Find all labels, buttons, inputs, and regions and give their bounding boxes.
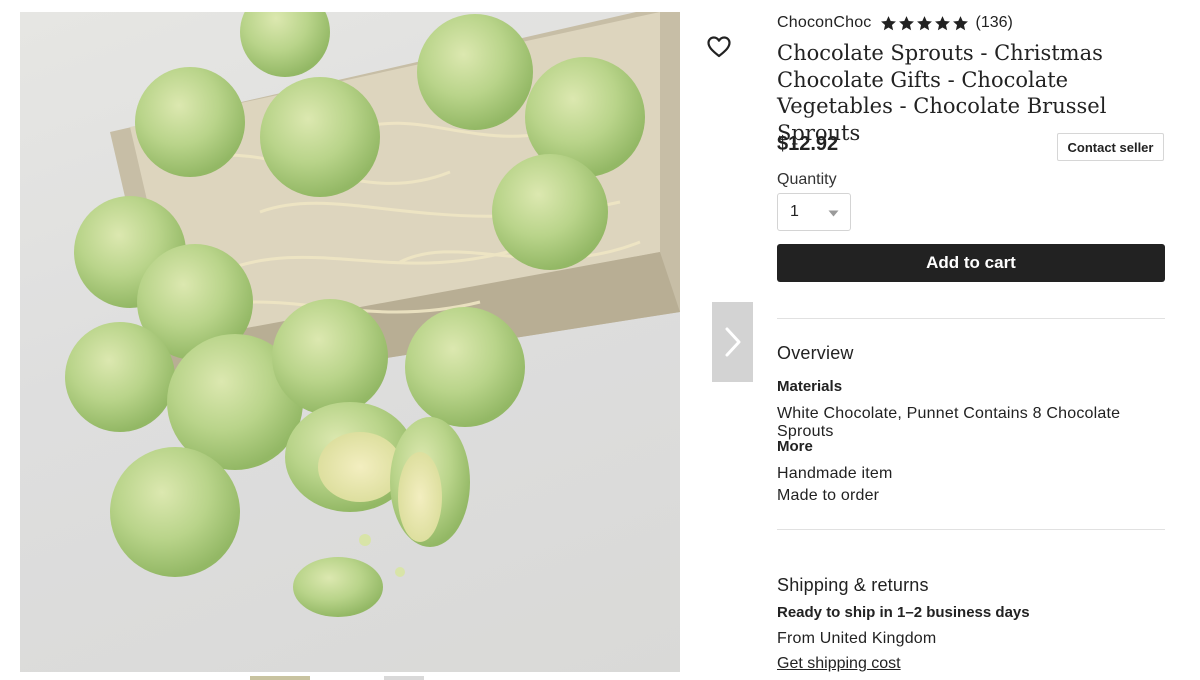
- star-icon: [898, 15, 914, 30]
- product-price: $12.92: [777, 133, 839, 155]
- caret-down-icon: [828, 210, 839, 217]
- ships-from-text: From United Kingdom: [777, 630, 937, 647]
- next-image-button[interactable]: [712, 302, 753, 382]
- product-photo-illustration: [65, 12, 680, 617]
- get-shipping-cost-link[interactable]: Get shipping cost: [777, 655, 901, 673]
- add-to-cart-button[interactable]: Add to cart: [777, 244, 1165, 282]
- star-icon: [934, 15, 950, 30]
- overview-heading[interactable]: Overview: [777, 343, 854, 364]
- shipping-heading[interactable]: Shipping & returns: [777, 575, 929, 596]
- listing-page: ChoconChoc (136) Chocolate Sprouts - Chr…: [0, 0, 1200, 680]
- product-title: Chocolate Sprouts - Christmas Chocolate …: [777, 41, 1107, 145]
- favorite-button[interactable]: [702, 30, 736, 64]
- quantity-label: Quantity: [777, 171, 837, 188]
- contact-seller-button[interactable]: Contact seller: [1057, 133, 1164, 161]
- chevron-right-icon: [725, 327, 740, 357]
- thumbnail-1[interactable]: [250, 676, 310, 680]
- heart-outline-icon: [707, 36, 731, 58]
- review-count[interactable]: (136): [976, 14, 1013, 32]
- quantity-selected-value: 1: [790, 203, 799, 220]
- materials-value: White Chocolate, Punnet Contains 8 Choco…: [777, 405, 1121, 440]
- thumbnail-strip[interactable]: [250, 676, 450, 680]
- star-icon: [916, 15, 932, 30]
- quantity-select[interactable]: 1: [777, 193, 851, 231]
- shop-name-link[interactable]: ChoconChoc: [777, 14, 872, 32]
- thumbnail-2[interactable]: [384, 676, 424, 680]
- handmade-item-text: Handmade item: [777, 465, 893, 482]
- star-icon: [880, 15, 896, 30]
- star-icon: [952, 15, 968, 30]
- ready-to-ship-text: Ready to ship in 1–2 business days: [777, 604, 1030, 621]
- made-to-order-text: Made to order: [777, 487, 880, 504]
- rating-stars[interactable]: [880, 15, 970, 32]
- more-label: More: [777, 438, 813, 455]
- materials-label: Materials: [777, 378, 843, 395]
- shop-row: ChoconChoc (136): [777, 12, 1013, 34]
- divider: [777, 318, 1165, 319]
- product-image[interactable]: [20, 12, 680, 672]
- divider: [777, 529, 1165, 530]
